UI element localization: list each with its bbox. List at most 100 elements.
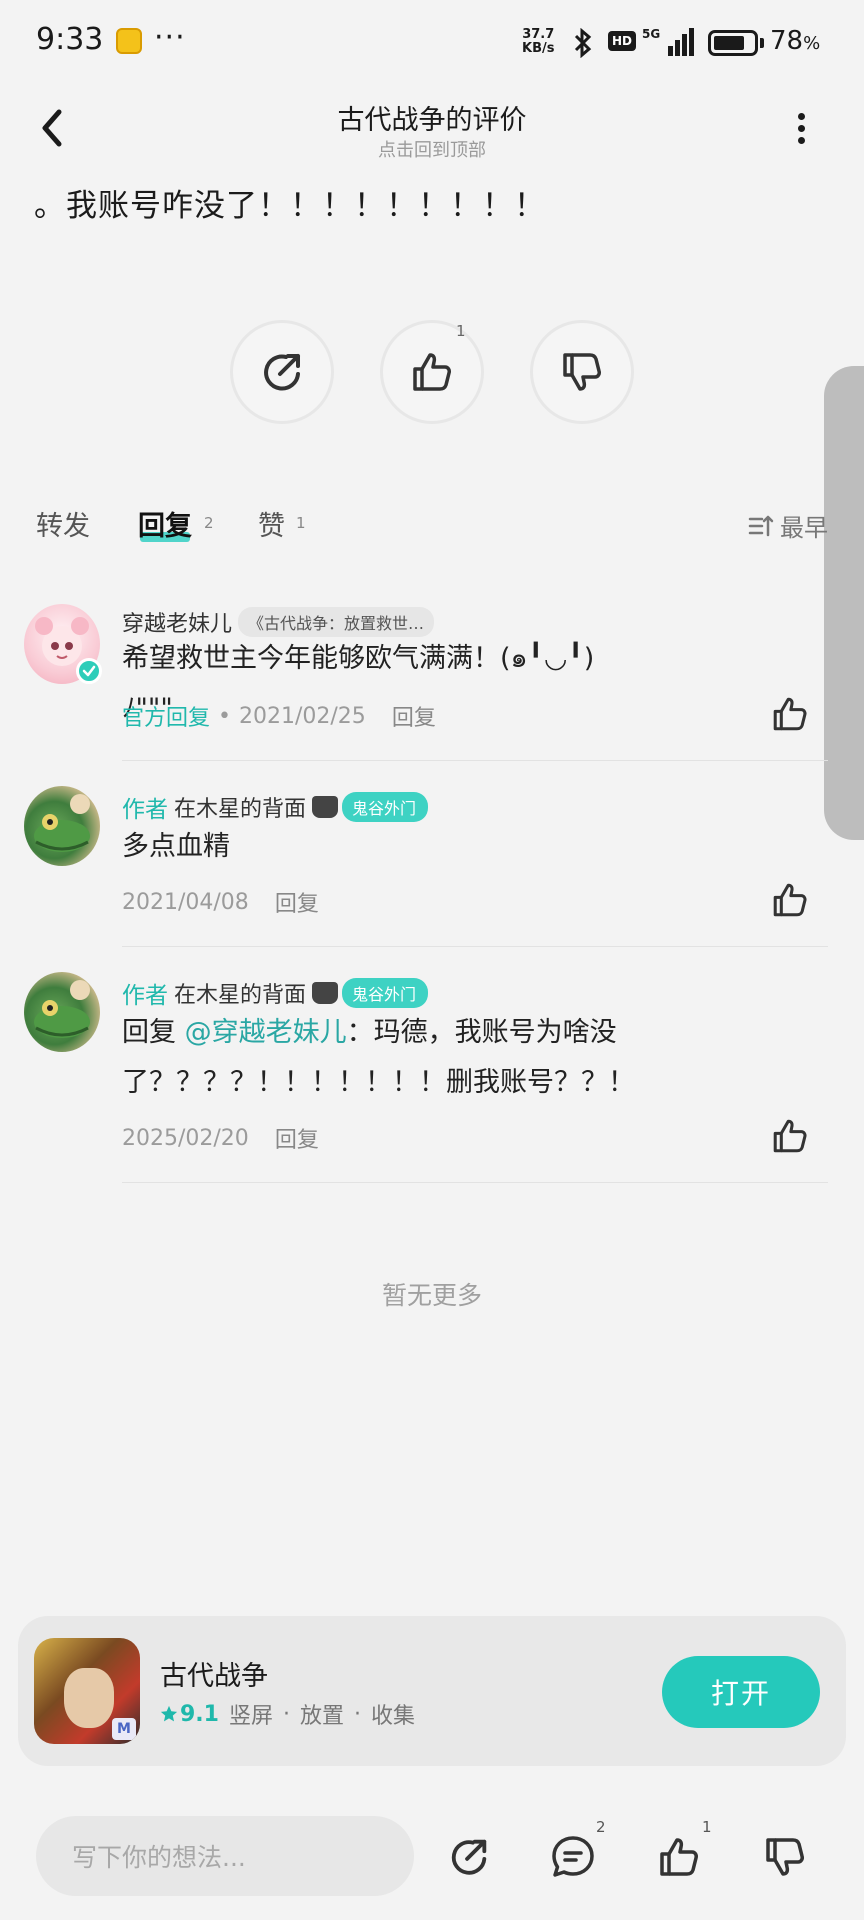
reply-button[interactable]: 回复 bbox=[392, 700, 436, 732]
page-title[interactable]: 古代战争的评价 bbox=[232, 98, 632, 137]
tab-forward[interactable]: 转发 bbox=[36, 504, 90, 543]
game-tag-orientation: 竖屏 bbox=[228, 1704, 273, 1729]
game-tag[interactable]: 《古代战争：放置救世… bbox=[238, 607, 435, 637]
commenter-name[interactable]: 在木星的背面 bbox=[174, 791, 306, 823]
thumbs-down-icon bbox=[563, 353, 601, 391]
comment-text: 多点血精 bbox=[122, 831, 230, 862]
tab-replies-count: 2 bbox=[204, 514, 214, 532]
comment-like-button[interactable] bbox=[768, 878, 812, 922]
battery-unit: % bbox=[803, 33, 821, 54]
status-more-indicator: ··· bbox=[154, 20, 186, 55]
comment-header: 作者 在木星的背面 鬼谷外门 bbox=[122, 790, 429, 824]
sort-button[interactable]: 最早 bbox=[748, 508, 828, 543]
sort-icon bbox=[748, 515, 774, 536]
bottom-dislike-button[interactable] bbox=[760, 1832, 810, 1882]
scroll-to-top-hint[interactable]: 点击回到顶部 bbox=[232, 136, 632, 162]
status-bar: 9:33 ··· 37.7 KB/s HD 5G 78% bbox=[0, 0, 864, 86]
network-type: 5G bbox=[642, 27, 660, 41]
game-icon[interactable]: M bbox=[34, 1638, 140, 1744]
bottom-comment-button[interactable] bbox=[548, 1832, 598, 1882]
divider bbox=[122, 1182, 828, 1183]
comment-date: 2021/02/25 bbox=[239, 703, 366, 729]
comment-date: 2025/02/20 bbox=[122, 1125, 249, 1151]
more-options-button[interactable] bbox=[786, 108, 816, 148]
reply-prefix: 回复 bbox=[122, 1017, 185, 1048]
game-tag-idle: 放置 bbox=[300, 1704, 345, 1729]
thumbs-up-icon bbox=[773, 697, 807, 731]
comment-text-line1: ：玛德，我账号为啥没 bbox=[346, 1017, 617, 1048]
verified-badge-icon bbox=[76, 658, 102, 684]
more-dot bbox=[797, 136, 805, 144]
author-tag: 作者 bbox=[122, 797, 168, 823]
dislike-review-button[interactable] bbox=[530, 320, 634, 424]
thumbs-up-icon bbox=[413, 353, 451, 391]
status-time: 9:33 bbox=[36, 22, 104, 57]
bluetooth-icon bbox=[570, 28, 596, 58]
battery-icon bbox=[708, 30, 758, 56]
battery-tip bbox=[760, 38, 764, 48]
comment-meta: 2025/02/20 回复 bbox=[122, 1122, 319, 1154]
reply-button[interactable]: 回复 bbox=[275, 886, 319, 918]
divider bbox=[122, 760, 828, 761]
comment-meta: 官方回复 • 2021/02/25 回复 bbox=[122, 700, 436, 732]
mention-link[interactable]: @穿越老妹儿 bbox=[185, 1017, 347, 1048]
back-button[interactable] bbox=[30, 100, 74, 156]
comment-icon bbox=[552, 1836, 594, 1877]
tab-replies[interactable]: 回复 bbox=[138, 504, 192, 543]
comment-header: 作者 在木星的背面 鬼谷外门 bbox=[122, 976, 429, 1010]
tag-separator: · bbox=[354, 1701, 362, 1727]
network-speed-unit: KB/s bbox=[522, 41, 555, 56]
bottom-share-button[interactable] bbox=[444, 1832, 494, 1882]
comment-like-button[interactable] bbox=[768, 1114, 812, 1158]
comment-date: 2021/04/08 bbox=[122, 889, 249, 915]
network-speed-value: 37.7 bbox=[522, 27, 555, 42]
official-reply-label: 官方回复 bbox=[122, 706, 211, 731]
avatar[interactable] bbox=[24, 786, 100, 866]
signal-icon: 5G bbox=[642, 26, 698, 58]
review-like-count: 1 bbox=[456, 322, 466, 340]
hd-icon: HD bbox=[608, 31, 637, 51]
tab-likes[interactable]: 赞 bbox=[258, 504, 285, 543]
graduation-cap-icon bbox=[312, 796, 339, 818]
notification-app-icon bbox=[116, 28, 142, 54]
more-dot bbox=[797, 112, 805, 120]
battery-level bbox=[714, 36, 744, 50]
thumbs-down-icon bbox=[766, 1838, 804, 1876]
comment-text: 回复 @穿越老妹儿：玛德，我账号为啥没 了？？？？！！！！！！！删我账号？？！ bbox=[122, 1008, 642, 1108]
comment-like-button[interactable] bbox=[768, 692, 812, 736]
author-tag: 作者 bbox=[122, 983, 168, 1009]
bottom-like-count: 1 bbox=[702, 1818, 712, 1836]
game-tag-collect: 收集 bbox=[371, 1704, 416, 1729]
bottom-like-button[interactable] bbox=[654, 1832, 704, 1882]
sort-label: 最早 bbox=[780, 514, 828, 542]
game-rating-value: 9.1 bbox=[180, 1701, 219, 1727]
tab-likes-count: 1 bbox=[296, 514, 306, 532]
thumbs-up-icon bbox=[773, 1119, 807, 1153]
divider bbox=[122, 946, 828, 947]
share-button[interactable] bbox=[230, 320, 334, 424]
share-icon bbox=[451, 1839, 487, 1875]
rank-badge[interactable]: 鬼谷外门 bbox=[342, 792, 429, 822]
thumbs-up-icon bbox=[773, 883, 807, 917]
avatar[interactable] bbox=[24, 972, 100, 1052]
battery-value: 78 bbox=[770, 26, 804, 56]
review-text: 。我账号咋没了！！！！！！！！！ bbox=[34, 188, 546, 224]
game-icon-art bbox=[64, 1668, 114, 1728]
reply-button[interactable]: 回复 bbox=[275, 1122, 319, 1154]
like-review-button[interactable] bbox=[380, 320, 484, 424]
bottom-comment-count: 2 bbox=[596, 1818, 606, 1836]
game-name[interactable]: 古代战争 bbox=[160, 1654, 268, 1693]
share-icon bbox=[264, 354, 300, 391]
more-dot bbox=[797, 124, 805, 132]
comment-input[interactable]: 写下你的想法... bbox=[36, 1816, 414, 1896]
comment-meta: 2021/04/08 回复 bbox=[122, 886, 319, 918]
open-game-button[interactable]: 打开 bbox=[662, 1656, 820, 1728]
rank-badge[interactable]: 鬼谷外门 bbox=[342, 978, 429, 1008]
chevron-left-icon bbox=[42, 109, 62, 147]
game-rating: 9.1 bbox=[160, 1702, 219, 1727]
battery-percent: 78% bbox=[770, 26, 820, 56]
commenter-name[interactable]: 在木星的背面 bbox=[174, 977, 306, 1009]
game-icon-mark: M bbox=[112, 1718, 136, 1740]
side-scroll-handle[interactable] bbox=[824, 366, 864, 840]
network-speed: 37.7 KB/s bbox=[522, 28, 554, 56]
